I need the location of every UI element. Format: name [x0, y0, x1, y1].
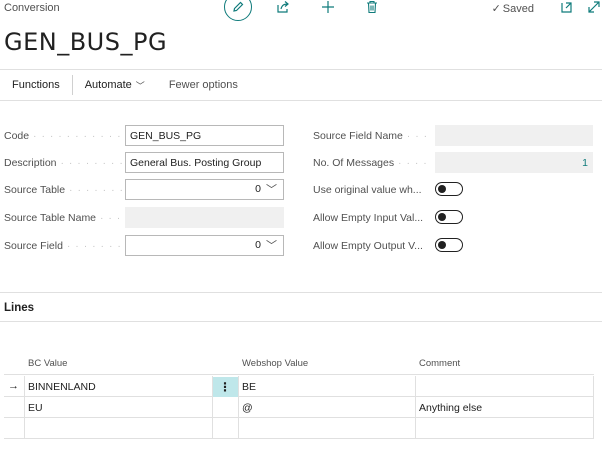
- divider: [0, 321, 602, 322]
- expand-icon[interactable]: [582, 0, 602, 19]
- automate-menu[interactable]: Automate ﹀: [73, 75, 157, 95]
- webshop-value-cell[interactable]: BE: [238, 377, 414, 397]
- edit-icon[interactable]: [224, 0, 252, 21]
- source-table-select[interactable]: 0 ﹀: [125, 179, 284, 200]
- action-bar: Functions Automate ﹀ Fewer options: [0, 74, 250, 96]
- saved-status: ✓ Saved: [491, 2, 534, 16]
- bc-value-cell[interactable]: [24, 419, 212, 439]
- column-header-webshop-value[interactable]: Webshop Value: [242, 358, 308, 369]
- source-table-name-field: [125, 207, 284, 228]
- code-label: Code · · · · · · · · · · · · · · ·: [4, 130, 124, 142]
- table-row[interactable]: → BINNENLAND ⋮ BE: [4, 377, 594, 397]
- allow-empty-input-label: Allow Empty Input Val...: [313, 212, 424, 224]
- automate-label: Automate: [84, 79, 132, 91]
- chevron-down-icon: ﹀: [135, 80, 145, 91]
- lines-section-title[interactable]: Lines: [4, 302, 34, 314]
- column-divider: [415, 376, 416, 438]
- column-divider: [24, 376, 25, 438]
- column-divider: [212, 376, 213, 438]
- bc-value-cell[interactable]: EU: [24, 398, 212, 418]
- source-field-label: Source Field · · · · · · · · · ·: [4, 240, 124, 252]
- source-table-name-label: Source Table Name · · · ·: [4, 212, 124, 224]
- functions-menu[interactable]: Functions: [0, 75, 72, 95]
- comment-cell[interactable]: [415, 419, 594, 439]
- source-field-value: 0: [255, 239, 261, 251]
- open-new-window-icon[interactable]: [555, 0, 579, 19]
- allow-empty-output-toggle[interactable]: [435, 238, 463, 252]
- source-table-label: Source Table · · · · · · · · · ·: [4, 184, 124, 196]
- comment-cell[interactable]: [415, 377, 594, 397]
- chevron-down-icon: ﹀: [266, 240, 277, 252]
- table-row[interactable]: [4, 419, 594, 439]
- source-table-value: 0: [255, 183, 261, 195]
- description-label: Description · · · · · · · · · ·: [4, 157, 124, 169]
- allow-empty-output-label: Allow Empty Output V...: [313, 240, 423, 252]
- bc-value-cell[interactable]: BINNENLAND: [24, 377, 212, 397]
- source-field-name-field: [435, 125, 593, 146]
- column-divider: [593, 376, 594, 438]
- divider: [0, 292, 602, 293]
- chevron-down-icon: ﹀: [266, 184, 277, 196]
- comment-cell[interactable]: Anything else: [415, 398, 594, 418]
- page-title: GEN_BUS_PG: [4, 28, 168, 56]
- divider: [0, 69, 602, 70]
- row-menu-icon[interactable]: ⋮: [212, 377, 238, 397]
- source-field-select[interactable]: 0 ﹀: [125, 235, 284, 256]
- use-original-value-toggle[interactable]: [435, 182, 463, 196]
- column-header-bc-value[interactable]: BC Value: [28, 358, 67, 369]
- top-bar: Conversion ✓ Saved: [0, 0, 602, 21]
- breadcrumb[interactable]: Conversion: [4, 2, 60, 14]
- fewer-options-button[interactable]: Fewer options: [157, 75, 250, 95]
- column-header-comment[interactable]: Comment: [419, 358, 460, 369]
- description-field[interactable]: General Bus. Posting Group: [125, 152, 284, 173]
- no-of-messages-label: No. Of Messages · · · · · ·: [313, 157, 433, 169]
- webshop-value-cell[interactable]: [238, 419, 414, 439]
- grid-header-divider: [4, 374, 594, 375]
- checkmark-icon: ✓: [491, 3, 501, 15]
- add-icon[interactable]: [316, 0, 340, 19]
- use-original-value-label: Use original value wh...: [313, 184, 422, 196]
- column-divider: [238, 376, 239, 438]
- no-of-messages-field[interactable]: 1: [435, 152, 593, 173]
- allow-empty-input-toggle[interactable]: [435, 210, 463, 224]
- row-arrow-icon: →: [8, 380, 19, 392]
- saved-label: Saved: [502, 2, 534, 15]
- share-icon[interactable]: [271, 0, 295, 19]
- table-row[interactable]: EU @ Anything else: [4, 398, 594, 418]
- code-field[interactable]: GEN_BUS_PG: [125, 125, 284, 146]
- webshop-value-cell[interactable]: @: [238, 398, 414, 418]
- source-field-name-label: Source Field Name · · · · ·: [313, 130, 433, 142]
- delete-icon[interactable]: [360, 0, 384, 19]
- divider: [0, 100, 602, 101]
